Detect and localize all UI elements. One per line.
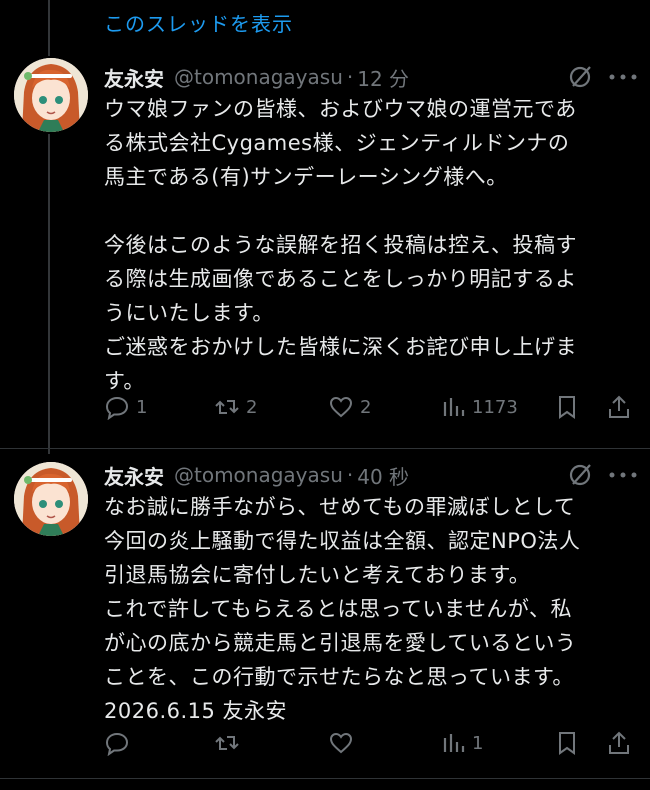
- tweet-line: これで許してもらえるとは思っていませんが、私: [104, 597, 572, 621]
- reply-button[interactable]: [104, 728, 136, 758]
- share-icon: [609, 395, 629, 418]
- grok-icon[interactable]: [566, 63, 594, 91]
- bookmark-button[interactable]: [554, 728, 580, 758]
- share-button[interactable]: [606, 392, 632, 422]
- like-button[interactable]: 2: [328, 392, 371, 422]
- tweet-actions: 1 2 2 1173: [104, 392, 634, 422]
- author-name[interactable]: 友永安: [104, 461, 164, 490]
- analytics-icon: [443, 398, 465, 416]
- tweet-line: る際は生成画像であることをしっかり明記するよ: [104, 267, 577, 291]
- like-count: 2: [360, 396, 372, 418]
- tweet-line: る株式会社Cygames様、ジェンティルドンナの: [104, 131, 570, 155]
- like-button[interactable]: [328, 728, 360, 758]
- more-options-icon[interactable]: [608, 471, 638, 479]
- separator: ·: [346, 65, 354, 89]
- share-button[interactable]: [606, 728, 632, 758]
- tweet-line: 2026.6.15 友永安: [104, 699, 288, 723]
- views-button[interactable]: 1: [440, 728, 483, 758]
- separator: ·: [346, 463, 354, 487]
- repost-icon: [215, 736, 239, 750]
- timestamp[interactable]: 40 秒: [357, 461, 409, 490]
- bookmark-icon: [559, 396, 575, 419]
- analytics-icon: [443, 734, 465, 752]
- reply-icon: [105, 732, 129, 756]
- tweet-text: なお誠に勝手ながら、せめてもの罪滅ぼしとして 今回の炎上騒動で得た収益は全額、認…: [104, 490, 634, 728]
- repost-button[interactable]: 2: [214, 392, 257, 422]
- tweet-line: 今回の炎上騒動で得た収益は全額、認定NPO法人: [104, 529, 581, 553]
- bookmark-icon: [559, 732, 575, 755]
- tweet-divider: [0, 448, 650, 449]
- share-icon: [609, 731, 629, 754]
- repost-button[interactable]: [214, 728, 246, 758]
- tweet-line: 今後はこのような誤解を招く投稿は控え、投稿す: [104, 233, 577, 257]
- bookmark-button[interactable]: [554, 392, 580, 422]
- views-button[interactable]: 1173: [440, 392, 518, 422]
- tweet-text: ウマ娘ファンの皆様、およびウマ娘の運営元であ る株式会社Cygames様、ジェン…: [104, 92, 634, 398]
- avatar[interactable]: [14, 462, 88, 536]
- avatar[interactable]: [14, 58, 88, 132]
- views-count: 1173: [472, 396, 518, 418]
- heart-icon: [329, 732, 353, 754]
- tweet-line: うにいたします。: [104, 301, 274, 325]
- grok-icon[interactable]: [566, 461, 594, 489]
- tweet-actions: 1: [104, 728, 634, 758]
- tweet-line: ウマ娘ファンの皆様、およびウマ娘の運営元であ: [104, 97, 577, 121]
- tweet[interactable]: 友永安 @tomonagayasu · 12 分 ウマ娘ファンの皆様、およびウマ…: [0, 0, 650, 450]
- tweet-line: 引退馬協会に寄付したいと考えております。: [104, 563, 531, 587]
- views-count: 1: [472, 732, 484, 754]
- author-handle[interactable]: @tomonagayasu: [174, 65, 343, 89]
- timestamp[interactable]: 12 分: [357, 63, 409, 92]
- tweet-line: ご迷惑をおかけした皆様に深くお詫び申し上げま: [104, 335, 577, 359]
- reply-button[interactable]: 1: [104, 392, 147, 422]
- author-handle[interactable]: @tomonagayasu: [174, 463, 343, 487]
- more-options-icon[interactable]: [608, 73, 638, 81]
- tweet[interactable]: 友永安 @tomonagayasu · 40 秒 なお誠に勝手ながら、せめてもの…: [0, 450, 650, 780]
- author-name[interactable]: 友永安: [104, 63, 164, 92]
- repost-icon: [215, 400, 239, 414]
- tweet-line: なお誠に勝手ながら、せめてもの罪滅ぼしとして: [104, 495, 576, 519]
- tweet-line: ことを、この行動で示せたらなと思っています。: [104, 665, 574, 689]
- tweet-line: [104, 194, 634, 228]
- reply-count: 1: [136, 396, 148, 418]
- tweet-line: 馬主である(有)サンデーレーシング様へ。: [104, 165, 508, 189]
- tweet-divider: [0, 778, 650, 779]
- tweet-line: が心の底から競走馬と引退馬を愛しているという: [104, 631, 577, 655]
- heart-icon: [329, 396, 353, 418]
- repost-count: 2: [246, 396, 258, 418]
- reply-icon: [105, 396, 129, 420]
